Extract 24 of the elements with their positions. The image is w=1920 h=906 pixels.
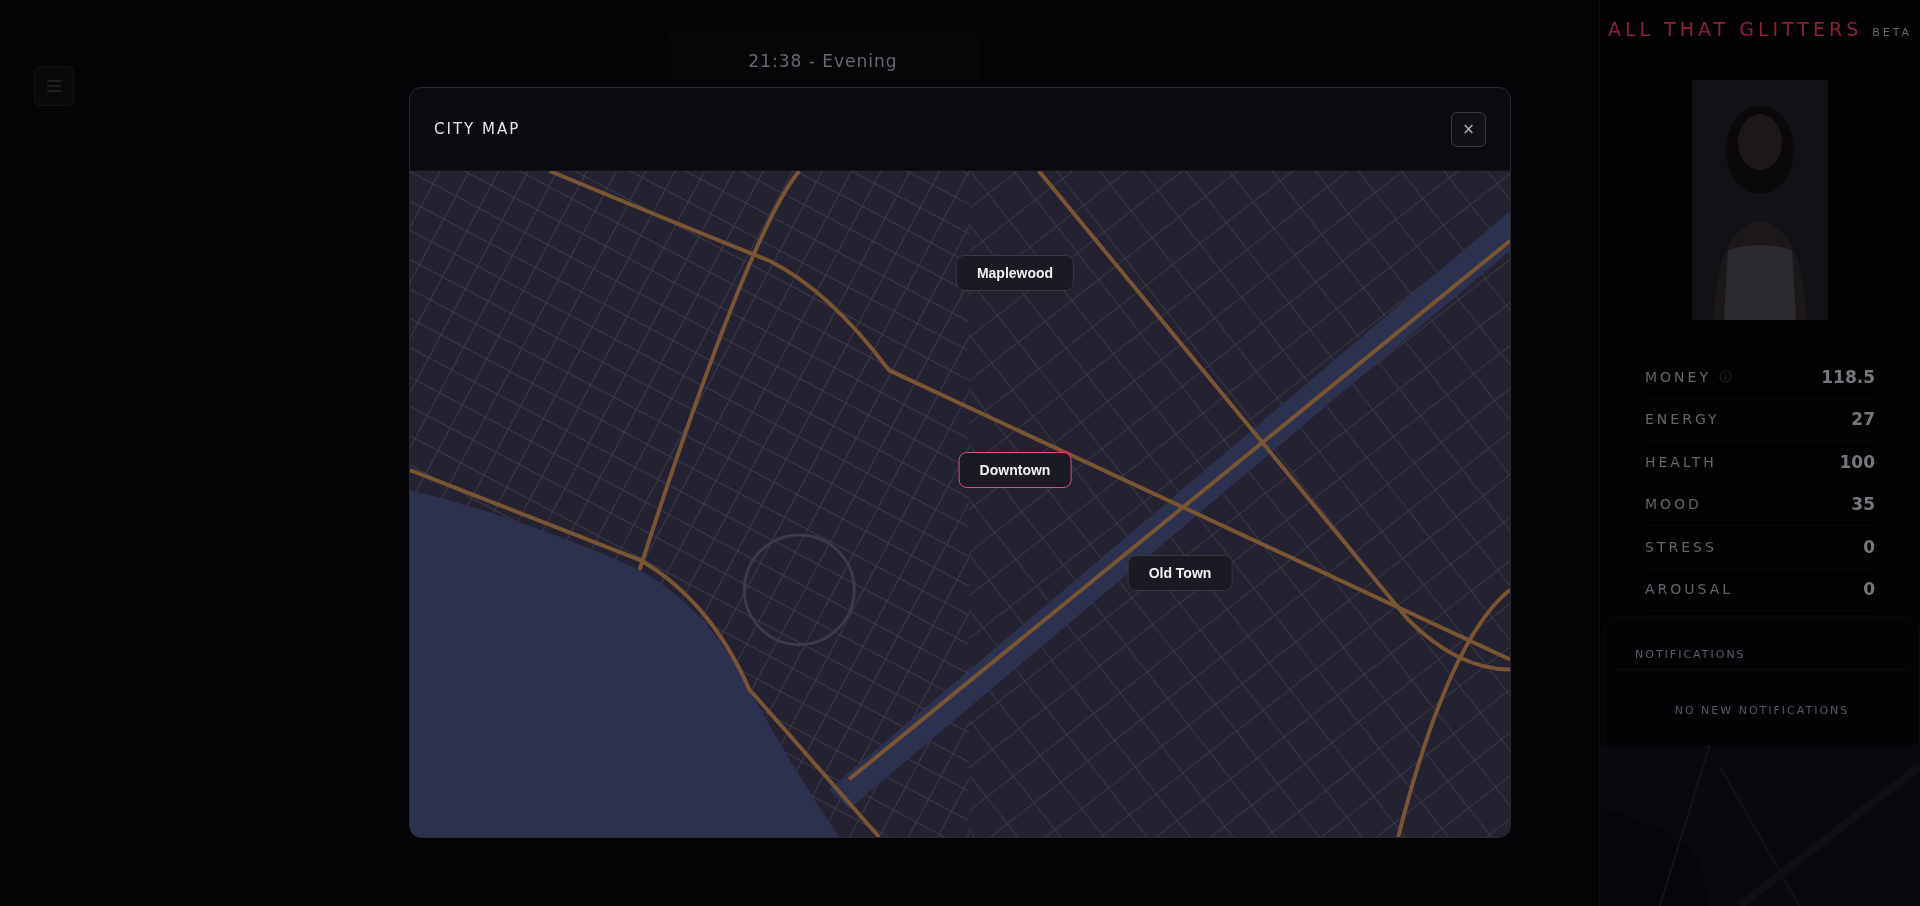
info-icon[interactable] bbox=[1718, 370, 1732, 384]
time-label: 21:38 - Evening bbox=[748, 51, 898, 73]
menu-button[interactable] bbox=[34, 66, 74, 106]
close-button[interactable]: × bbox=[1451, 111, 1486, 147]
location-button[interactable]: Maplewood bbox=[955, 255, 1075, 291]
stat-value: 27 bbox=[1851, 409, 1875, 430]
beta-label: BETA bbox=[1872, 26, 1913, 39]
stat-value: 0 bbox=[1863, 579, 1875, 600]
location-button[interactable]: Old Town bbox=[1127, 555, 1233, 591]
game-title: ALL THAT GLITTERS bbox=[1607, 18, 1863, 40]
stat-label: STRESS bbox=[1645, 538, 1717, 555]
stat-value: 35 bbox=[1851, 494, 1875, 515]
empty-message: NO NEW NOTIFICATIONS bbox=[1673, 704, 1851, 717]
stat-label: ENERGY bbox=[1645, 411, 1720, 428]
stat-value: 0 bbox=[1863, 536, 1875, 557]
stat-label: MOOD bbox=[1645, 496, 1702, 513]
stat-label: HEALTH bbox=[1645, 453, 1717, 470]
stat-label: MONEY bbox=[1645, 368, 1711, 385]
location-button[interactable]: Downtown bbox=[958, 452, 1072, 488]
dialog-title: CITY MAP bbox=[434, 120, 521, 138]
stat-label: AROUSAL bbox=[1645, 581, 1734, 598]
stat-value: 100 bbox=[1839, 451, 1875, 472]
stat-value: 118.5 bbox=[1821, 366, 1875, 387]
notifications-title: NOTIFICATIONS bbox=[1615, 618, 1909, 670]
